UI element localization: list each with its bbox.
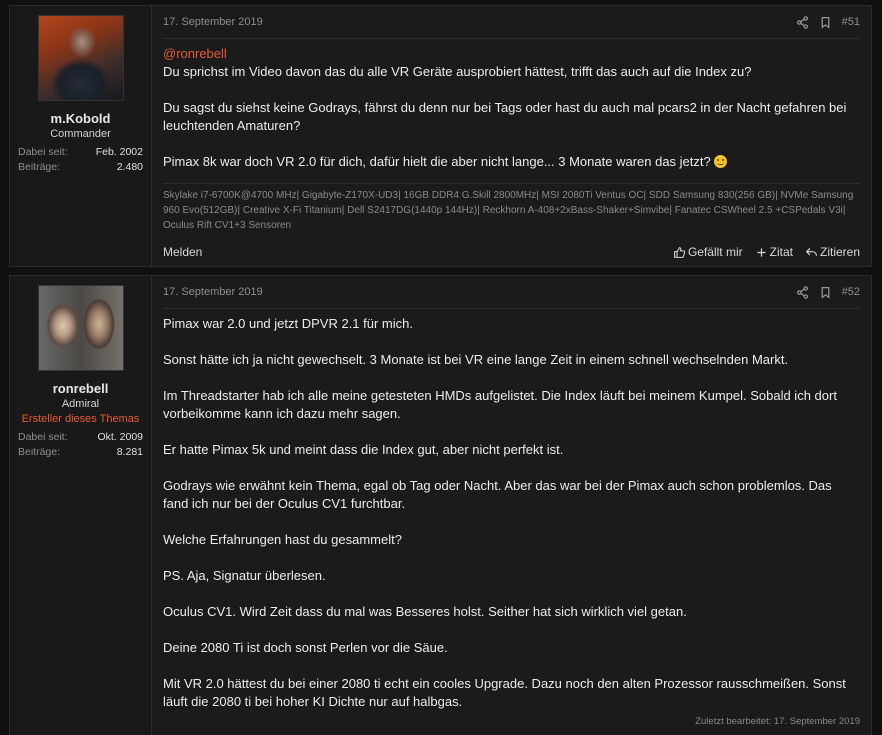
bookmark-icon[interactable] (819, 16, 832, 29)
post-date[interactable]: 17. September 2019 (163, 16, 263, 28)
user-stats: Dabei seit: Feb. 2002 Beiträge: 2.480 (18, 145, 143, 175)
thread-starter-badge: Ersteller dieses Themas (21, 413, 140, 425)
post-51: m.Kobold Commander Dabei seit: Feb. 2002 … (9, 5, 872, 267)
reply-button[interactable]: Zitieren (805, 245, 860, 259)
post-number[interactable]: #52 (842, 286, 860, 298)
user-panel: m.Kobold Commander Dabei seit: Feb. 2002 … (10, 6, 152, 266)
post-content: 17. September 2019 #51 @ronrebell Du spri… (152, 6, 871, 266)
joined-label: Dabei seit: (18, 146, 68, 158)
signature: Skylake i7-6700K@4700 MHz| Gigabyte-Z170… (163, 183, 860, 233)
message-line: Du sprichst im Video davon das du alle V… (163, 64, 752, 79)
message-line: Pimax 8k war doch VR 2.0 für dich, dafür… (163, 154, 711, 169)
message-line: PS. Aja, Signatur überlesen. (163, 568, 326, 583)
post-content: 17. September 2019 #52 Pimax war 2.0 und… (152, 276, 871, 735)
plus-icon (757, 247, 766, 257)
last-edited: Zuletzt bearbeitet: 17. September 2019 (695, 716, 860, 727)
report-link[interactable]: Melden (163, 245, 202, 259)
message-line: Godrays wie erwähnt kein Thema, egal ob … (163, 478, 832, 511)
user-stats: Dabei seit: Okt. 2009 Beiträge: 8.281 (18, 430, 143, 460)
username[interactable]: ronrebell (10, 381, 151, 396)
message-line: Deine 2080 Ti ist doch sonst Perlen vor … (163, 640, 448, 655)
posts-label: Beiträge: (18, 446, 61, 458)
message-line: Oculus CV1. Wird Zeit dass du mal was Be… (163, 604, 687, 619)
message-body: @ronrebell Du sprichst im Video davon das… (163, 39, 860, 171)
like-button[interactable]: Gefällt mir (673, 245, 743, 259)
post-header: 17. September 2019 #51 (163, 6, 860, 39)
posts-label: Beiträge: (18, 161, 61, 173)
user-title: Admiral (61, 398, 100, 410)
posts-value[interactable]: 2.480 (117, 160, 143, 175)
message-line: Welche Erfahrungen hast du gesammelt? (163, 532, 402, 547)
joined-value: Feb. 2002 (95, 146, 143, 158)
post-52: ronrebell Admiral Ersteller dieses Thema… (9, 275, 872, 735)
post-header: 17. September 2019 #52 (163, 276, 860, 309)
post-footer: Melden Gefällt mir Zitat Zitieren (163, 245, 860, 259)
reply-label: Zitieren (819, 245, 860, 259)
joined-value: Okt. 2009 (97, 431, 143, 443)
message-line: Mit VR 2.0 hättest du bei einer 2080 ti … (163, 676, 846, 709)
message-line: Du sagst du siehst keine Godrays, fährst… (163, 100, 847, 133)
message-line: Er hatte Pimax 5k und meint dass die Ind… (163, 442, 564, 457)
like-label: Gefällt mir (687, 245, 743, 259)
avatar[interactable] (37, 15, 124, 101)
bookmark-icon[interactable] (819, 286, 832, 299)
message-line: Pimax war 2.0 und jetzt DPVR 2.1 für mic… (163, 316, 413, 331)
mention-link[interactable]: @ronrebell (163, 46, 227, 61)
posts-value[interactable]: 8.281 (117, 445, 143, 460)
reply-icon (805, 247, 817, 256)
avatar[interactable] (37, 285, 124, 371)
user-panel: ronrebell Admiral Ersteller dieses Thema… (10, 276, 152, 735)
joined-label: Dabei seit: (18, 431, 68, 443)
username[interactable]: m.Kobold (10, 111, 151, 126)
user-title: Commander (50, 128, 111, 140)
message-line: Im Threadstarter hab ich alle meine gete… (163, 388, 837, 421)
share-icon[interactable] (796, 285, 809, 299)
post-number[interactable]: #51 (842, 16, 860, 28)
quote-label: Zitat (769, 245, 793, 259)
message-body: Pimax war 2.0 und jetzt DPVR 2.1 für mic… (163, 309, 860, 711)
thumbs-up-icon (674, 246, 686, 258)
message-line: Sonst hätte ich ja nicht gewechselt. 3 M… (163, 352, 789, 367)
share-icon[interactable] (796, 15, 809, 29)
post-date[interactable]: 17. September 2019 (163, 286, 263, 298)
quote-button[interactable]: Zitat (755, 245, 793, 259)
smiley-icon (713, 155, 727, 168)
